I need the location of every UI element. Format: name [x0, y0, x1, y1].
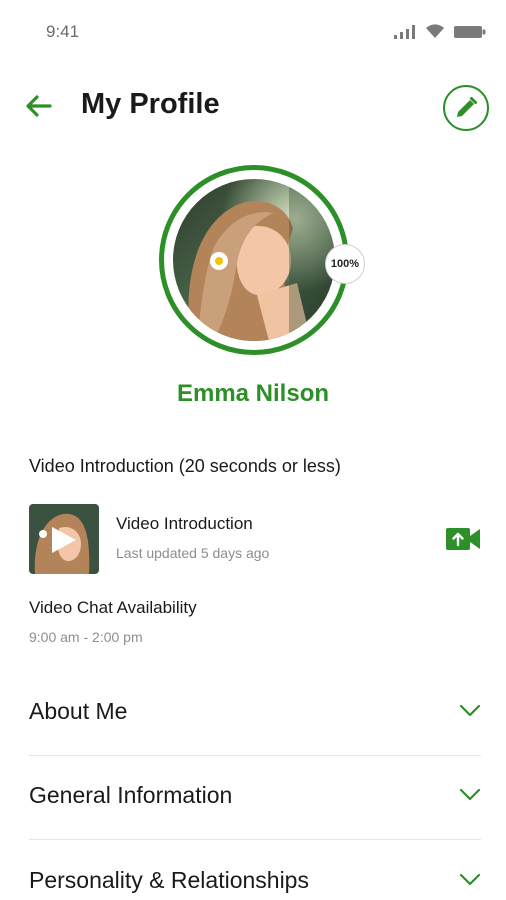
status-icons: [394, 24, 486, 39]
video-intro-row: Video Introduction Last updated 5 days a…: [29, 504, 481, 574]
page-title: My Profile: [81, 88, 220, 120]
chevron-down-icon: [459, 788, 481, 801]
section-label: Personality & Relationships: [29, 867, 309, 893]
section-label: About Me: [29, 698, 128, 724]
video-thumbnail[interactable]: [29, 504, 99, 574]
avatar-ring: [159, 165, 349, 355]
profile-photo: [173, 179, 335, 341]
section-label: General Information: [29, 782, 233, 808]
section-about-me[interactable]: About Me: [29, 672, 481, 756]
pencil-icon: [457, 97, 477, 117]
chevron-down-icon: [459, 704, 481, 717]
status-bar: 9:41: [0, 0, 506, 62]
status-time: 9:41: [46, 22, 80, 41]
signal-icon: [394, 24, 415, 39]
arrow-left-icon: [26, 95, 52, 117]
section-personality-relationships[interactable]: Personality & Relationships: [29, 841, 481, 900]
chevron-down-icon: [459, 873, 481, 886]
wifi-icon: [426, 24, 444, 38]
app-header: My Profile: [0, 78, 506, 134]
section-general-information[interactable]: General Information: [29, 756, 481, 840]
play-icon: [52, 527, 76, 553]
video-upload-button[interactable]: [445, 526, 481, 552]
completion-badge: 100%: [325, 244, 365, 284]
battery-icon: [454, 25, 486, 38]
availability-time: 9:00 am - 2:00 pm: [29, 629, 143, 645]
avatar[interactable]: [173, 179, 335, 341]
back-button[interactable]: [24, 92, 54, 120]
edit-profile-button[interactable]: [443, 85, 489, 131]
availability-label: Video Chat Availability: [29, 598, 197, 617]
video-updated-text: Last updated 5 days ago: [116, 545, 270, 561]
video-section-label: Video Introduction (20 seconds or less): [29, 456, 341, 476]
user-name: Emma Nilson: [176, 380, 330, 407]
video-camera-upload-icon: [446, 528, 480, 550]
divider: [29, 839, 481, 840]
video-title: Video Introduction: [116, 514, 253, 533]
